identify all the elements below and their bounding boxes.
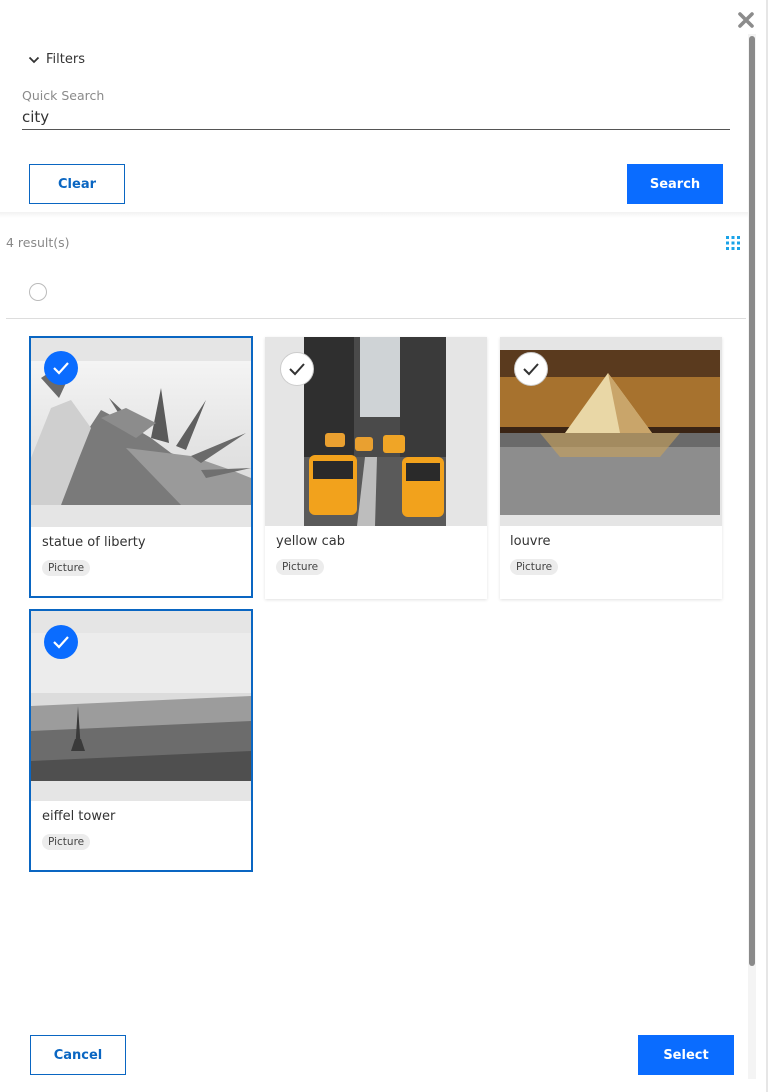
- result-count: 4 result(s): [6, 235, 70, 250]
- card-title: eiffel tower: [42, 809, 116, 824]
- result-card[interactable]: yellow cab Picture: [265, 337, 487, 599]
- quick-search-input[interactable]: [22, 104, 730, 130]
- card-title: statue of liberty: [42, 535, 146, 550]
- card-title: yellow cab: [276, 534, 345, 549]
- type-badge: Picture: [276, 559, 325, 575]
- filters-toggle[interactable]: Filters: [28, 50, 85, 69]
- results-divider: [6, 318, 746, 319]
- chevron-down-icon: [28, 50, 40, 69]
- filter-panel-shadow: [0, 212, 748, 218]
- unselected-check-icon[interactable]: [514, 352, 548, 386]
- unselected-check-icon[interactable]: [280, 352, 314, 386]
- card-title: louvre: [510, 534, 551, 549]
- result-card[interactable]: eiffel tower Picture: [29, 609, 253, 872]
- select-all-checkbox[interactable]: [29, 283, 47, 301]
- filters-label: Filters: [46, 52, 85, 67]
- type-badge: Picture: [42, 834, 91, 850]
- result-card[interactable]: statue of liberty Picture: [29, 336, 253, 598]
- quick-search-label: Quick Search: [22, 88, 105, 103]
- selected-check-icon[interactable]: [44, 351, 78, 385]
- result-card[interactable]: louvre Picture: [500, 337, 722, 599]
- cancel-button[interactable]: Cancel: [30, 1035, 126, 1075]
- scrollbar-thumb[interactable]: [749, 36, 755, 966]
- clear-button[interactable]: Clear: [29, 164, 125, 204]
- select-button[interactable]: Select: [638, 1035, 734, 1075]
- grid-view-icon[interactable]: [726, 235, 740, 250]
- selected-check-icon[interactable]: [44, 625, 78, 659]
- type-badge: Picture: [42, 560, 91, 576]
- search-button[interactable]: Search: [627, 164, 723, 204]
- close-icon[interactable]: [736, 10, 756, 30]
- type-badge: Picture: [510, 559, 559, 575]
